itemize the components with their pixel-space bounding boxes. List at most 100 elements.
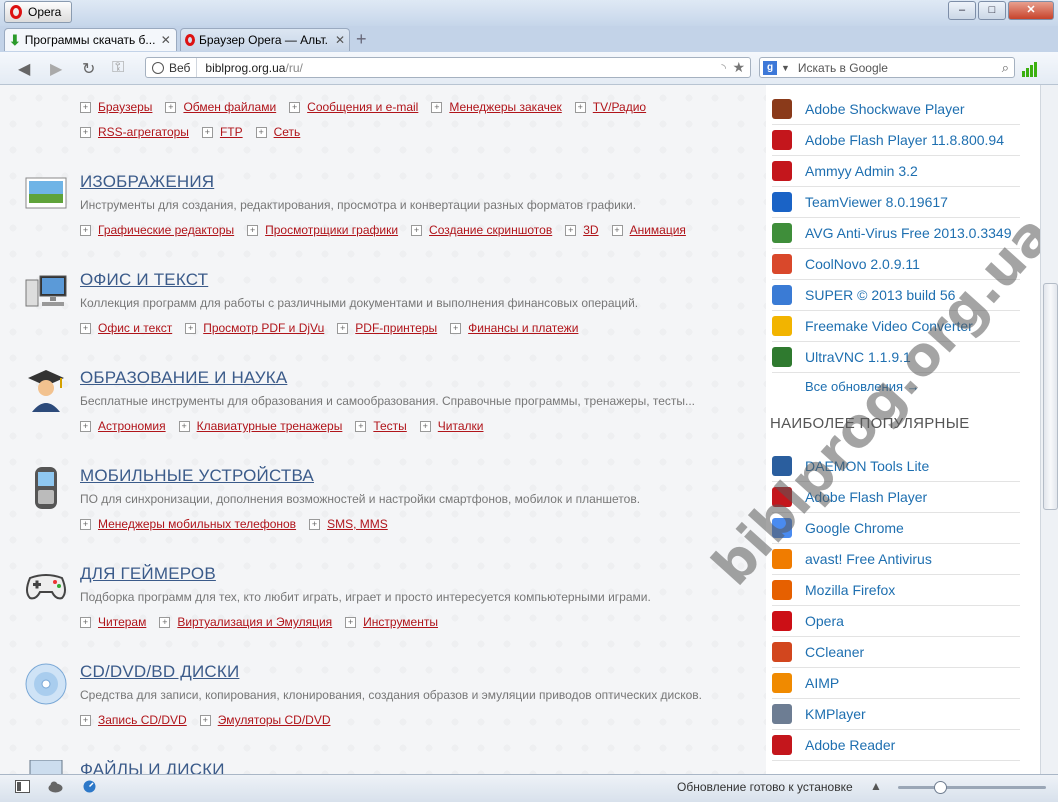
- subcategory-link[interactable]: + Инструменты: [345, 615, 438, 629]
- address-bar[interactable]: Веб biblprog.org.ua/ru/ ◝ ★: [145, 57, 751, 78]
- expand-icon[interactable]: +: [80, 101, 91, 113]
- category-title[interactable]: ИЗОБРАЖЕНИЯ: [80, 172, 214, 192]
- back-icon[interactable]: ◀: [18, 59, 30, 79]
- subcategory-link[interactable]: + Сообщения и e-mail: [289, 100, 418, 114]
- expand-icon[interactable]: +: [337, 322, 349, 334]
- subcategory-link[interactable]: + Тесты: [355, 419, 407, 433]
- close-window-button[interactable]: ✕: [1008, 1, 1054, 20]
- software-item[interactable]: Adobe Shockwave Player: [772, 94, 1020, 125]
- expand-icon[interactable]: +: [289, 101, 301, 113]
- site-badge[interactable]: Веб: [146, 58, 198, 77]
- expand-icon[interactable]: +: [80, 518, 91, 530]
- speed-dial-icon[interactable]: [82, 780, 97, 793]
- network-signal-icon[interactable]: [1022, 61, 1037, 77]
- subcategory-link[interactable]: + Эмуляторы CD/DVD: [199, 713, 331, 727]
- update-status-text[interactable]: Обновление готово к установке: [677, 780, 853, 794]
- expand-icon[interactable]: +: [565, 224, 577, 236]
- expand-icon[interactable]: +: [165, 101, 177, 113]
- subcategory-link[interactable]: + Менеджеры мобильных телефонов: [80, 517, 296, 531]
- software-name[interactable]: CoolNovo 2.0.9.11: [805, 256, 920, 272]
- subcategory-link[interactable]: + Виртуализация и Эмуляция: [159, 615, 332, 629]
- tab-close-icon[interactable]: ✕: [161, 33, 171, 47]
- minimize-button[interactable]: –: [948, 1, 976, 20]
- expand-icon[interactable]: +: [80, 616, 91, 628]
- expand-icon[interactable]: +: [199, 714, 211, 726]
- subcategory-link[interactable]: + Сеть: [255, 125, 300, 139]
- subcategory-link[interactable]: + Графические редакторы: [80, 223, 234, 237]
- subcategory-link[interactable]: + RSS-агрегаторы: [80, 125, 189, 139]
- expand-icon[interactable]: +: [80, 420, 91, 432]
- subcategory-link[interactable]: + Офис и текст: [80, 321, 172, 335]
- expand-icon[interactable]: +: [431, 101, 443, 113]
- subcategory-link[interactable]: + Просмотрщики графики: [247, 223, 398, 237]
- zoom-icon[interactable]: ▲: [870, 779, 882, 793]
- cloud-icon[interactable]: [48, 780, 63, 793]
- url-text[interactable]: biblprog.org.ua/ru/: [205, 61, 302, 75]
- subcategory-link[interactable]: + Финансы и платежи: [450, 321, 578, 335]
- tab-opera[interactable]: Браузер Opera — Альт... ✕: [180, 28, 350, 51]
- panel-toggle-icon[interactable]: [15, 780, 30, 793]
- software-name[interactable]: TeamViewer 8.0.19617: [805, 194, 948, 210]
- category-title[interactable]: ФАЙЛЫ И ДИСКИ: [80, 760, 225, 774]
- subcategory-link[interactable]: + Обмен файлами: [165, 100, 276, 114]
- software-name[interactable]: Adobe Flash Player 11.8.800.94: [805, 132, 1004, 148]
- search-icon[interactable]: ⌕: [1002, 60, 1009, 76]
- software-name[interactable]: avast! Free Antivirus: [805, 551, 932, 567]
- expand-icon[interactable]: +: [159, 616, 171, 628]
- tab-biblprog[interactable]: ⬇ Программы скачать б... ✕: [4, 28, 177, 51]
- chevron-down-icon[interactable]: ▼: [781, 63, 790, 73]
- subcategory-link[interactable]: + Браузеры: [80, 100, 152, 114]
- maximize-button[interactable]: □: [978, 1, 1006, 20]
- software-name[interactable]: Mozilla Firefox: [805, 582, 895, 598]
- expand-icon[interactable]: +: [574, 101, 586, 113]
- software-item[interactable]: Adobe Reader: [772, 730, 1020, 761]
- category-title[interactable]: ОБРАЗОВАНИЕ И НАУКА: [80, 368, 287, 388]
- software-name[interactable]: AVG Anti-Virus Free 2013.0.3349: [805, 225, 1012, 241]
- subcategory-link[interactable]: + Запись CD/DVD: [80, 713, 187, 727]
- search-box[interactable]: g ▼ Искать в Google ⌕: [759, 57, 1015, 78]
- software-item[interactable]: CCleaner: [772, 637, 1020, 668]
- bookmark-star-icon[interactable]: ★: [732, 59, 745, 76]
- scrollbar-thumb[interactable]: [1043, 283, 1058, 510]
- subcategory-link[interactable]: + TV/Радио: [574, 100, 646, 114]
- software-name[interactable]: Google Chrome: [805, 520, 904, 536]
- category-title[interactable]: CD/DVD/BD ДИСКИ: [80, 662, 239, 682]
- expand-icon[interactable]: +: [185, 322, 197, 334]
- reload-icon[interactable]: ↻: [82, 59, 95, 79]
- subcategory-link[interactable]: + FTP: [201, 125, 243, 139]
- software-name[interactable]: Adobe Shockwave Player: [805, 101, 965, 117]
- new-tab-button[interactable]: +: [356, 30, 367, 48]
- expand-icon[interactable]: +: [611, 224, 623, 236]
- expand-icon[interactable]: +: [178, 420, 190, 432]
- software-item[interactable]: Ammyy Admin 3.2: [772, 156, 1020, 187]
- category-title[interactable]: ОФИС И ТЕКСТ: [80, 270, 208, 290]
- software-item[interactable]: KMPlayer: [772, 699, 1020, 730]
- software-item[interactable]: AIMP: [772, 668, 1020, 699]
- key-icon[interactable]: ⚿: [112, 59, 124, 77]
- subcategory-link[interactable]: + Анимация: [611, 223, 686, 237]
- expand-icon[interactable]: +: [419, 420, 431, 432]
- subcategory-link[interactable]: + SMS, MMS: [309, 517, 388, 531]
- subcategory-link[interactable]: + Клавиатурные тренажеры: [178, 419, 342, 433]
- software-name[interactable]: Adobe Reader: [805, 737, 895, 753]
- expand-icon[interactable]: +: [411, 224, 423, 236]
- expand-icon[interactable]: +: [80, 126, 91, 138]
- software-name[interactable]: Opera: [805, 613, 844, 629]
- software-name[interactable]: AIMP: [805, 675, 839, 691]
- expand-icon[interactable]: +: [80, 224, 91, 236]
- software-item[interactable]: Opera: [772, 606, 1020, 637]
- expand-icon[interactable]: +: [247, 224, 259, 236]
- expand-icon[interactable]: +: [450, 322, 462, 334]
- software-item[interactable]: Adobe Flash Player 11.8.800.94: [772, 125, 1020, 156]
- expand-icon[interactable]: +: [309, 518, 321, 530]
- software-item[interactable]: Mozilla Firefox: [772, 575, 1020, 606]
- expand-icon[interactable]: +: [345, 616, 357, 628]
- software-name[interactable]: KMPlayer: [805, 706, 866, 722]
- expand-icon[interactable]: +: [355, 420, 367, 432]
- subcategory-link[interactable]: + Создание скриншотов: [411, 223, 552, 237]
- expand-icon[interactable]: +: [255, 126, 267, 138]
- subcategory-link[interactable]: + Читерам: [80, 615, 146, 629]
- subcategory-link[interactable]: + Просмотр PDF и DjVu: [185, 321, 324, 335]
- forward-icon[interactable]: ▶: [50, 59, 62, 79]
- software-name[interactable]: CCleaner: [805, 644, 864, 660]
